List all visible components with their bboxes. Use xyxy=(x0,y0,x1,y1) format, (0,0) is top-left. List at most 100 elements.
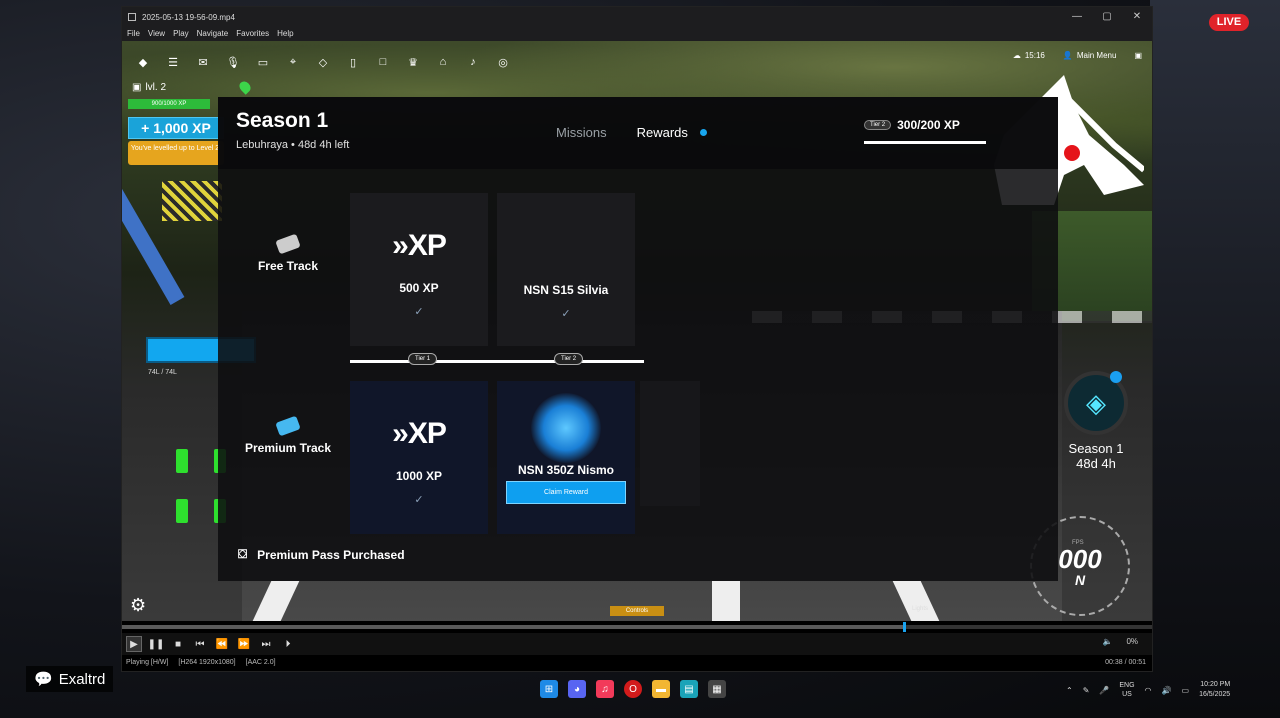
reward-name: NSN 350Z Nismo xyxy=(517,463,615,477)
frame-step-icon[interactable]: ⏵ xyxy=(280,636,296,652)
prev-icon[interactable]: ⏮ xyxy=(192,636,208,652)
system-clock[interactable]: 10:20 PM 16/5/2025 xyxy=(1199,680,1230,700)
yellow-rail xyxy=(162,181,222,221)
tier-xp: 300/200 XP xyxy=(897,118,960,132)
volume-tray-icon[interactable]: 🔊 xyxy=(1162,686,1172,695)
reward-card[interactable]: NSN 350Z Nismo Claim Reward xyxy=(497,381,635,534)
tab-missions[interactable]: Missions xyxy=(556,125,607,140)
status-video: [H264 1920x1080] xyxy=(178,659,236,666)
target-icon[interactable]: ◎ xyxy=(492,51,514,73)
menu-navigate[interactable]: Navigate xyxy=(197,27,229,41)
season-panel: Season 1 Lebuhraya • 48d 4h left Mission… xyxy=(218,97,1058,581)
game-viewport: ◆ ☰ ✉ 🎙 ▭ ⌖ ◇ ▯ □ ♛ ⌂ ♪ ◎ ☁ 15:16 👤 Main… xyxy=(122,41,1152,621)
season-title: Season 1 xyxy=(236,109,329,132)
free-track-text: Free Track xyxy=(257,259,319,273)
taskbar: ⊞ ◕ ♫ O ▬ ▤ ▦ ⌃ ✎ 🎤 ENG US ◠ 🔊 ▭ 10:20 P… xyxy=(0,674,1280,708)
lang-code: ENG xyxy=(1119,682,1135,689)
home-icon[interactable]: ⌂ xyxy=(432,51,454,73)
title-bar: 2025-05-13 19-56-09.mp4 — ▢ ✕ xyxy=(122,7,1152,27)
clock-text: 15:16 xyxy=(1024,51,1045,60)
menu-favorites[interactable]: Favorites xyxy=(236,27,269,41)
message-icon[interactable]: ▣ xyxy=(1134,51,1142,60)
tab-rewards[interactable]: Rewards xyxy=(637,125,688,140)
menu-icon[interactable]: ☰ xyxy=(162,51,184,73)
close-icon[interactable]: ✕ xyxy=(1122,7,1152,27)
language-indicator[interactable]: ENG US xyxy=(1119,681,1134,699)
window-title: 2025-05-13 19-56-09.mp4 xyxy=(142,12,235,22)
level-text: lvl. 2 xyxy=(145,81,167,93)
reward-name: 1000 XP xyxy=(395,469,443,483)
forward-icon[interactable]: ⏩ xyxy=(236,636,252,652)
menu-file[interactable]: File xyxy=(127,27,140,41)
main-menu-button[interactable]: 👤 Main Menu xyxy=(1063,51,1117,60)
lane-marking xyxy=(712,581,740,621)
lights-tag[interactable]: Lights xyxy=(912,606,928,612)
pause-icon[interactable]: ❚❚ xyxy=(148,636,165,652)
controls-tag[interactable]: Controls xyxy=(610,606,664,616)
control-button[interactable] xyxy=(176,449,188,473)
maximize-icon[interactable]: ▢ xyxy=(1092,7,1122,27)
folder-icon[interactable]: ▬ xyxy=(652,680,670,698)
reward-card[interactable]: »XP 500 XP ✓ xyxy=(350,193,488,346)
chevron-up-icon[interactable]: ⌃ xyxy=(1066,686,1073,695)
music-app-icon[interactable]: ♫ xyxy=(596,680,614,698)
premium-track-text: Premium Track xyxy=(244,441,332,455)
empty-slot xyxy=(640,381,700,506)
level-indicator: ▣ lvl. 2 xyxy=(132,79,253,95)
menu-view[interactable]: View xyxy=(148,27,165,41)
diamond-icon: ◈ xyxy=(1064,371,1128,435)
notes-app-icon[interactable]: ▤ xyxy=(680,680,698,698)
pen-icon[interactable]: ✎ xyxy=(1083,686,1090,695)
mic-icon[interactable]: 🎙 xyxy=(222,51,244,73)
menu-help[interactable]: Help xyxy=(277,27,293,41)
speaker-icon[interactable]: 🔈 xyxy=(1102,637,1112,646)
claim-reward-button[interactable]: Claim Reward xyxy=(506,481,626,504)
rewind-icon[interactable]: ⏪ xyxy=(214,636,230,652)
volume-control[interactable]: 🔈 0% xyxy=(1102,637,1138,646)
battery-icon[interactable]: ▭ xyxy=(252,51,274,73)
season-badge[interactable]: ◈ Season 1 48d 4h xyxy=(1058,371,1134,471)
eraser-icon[interactable]: ◇ xyxy=(312,51,334,73)
battery-tray-icon[interactable]: ▭ xyxy=(1182,686,1190,695)
windows-start-icon[interactable]: ⊞ xyxy=(540,680,558,698)
seek-knob[interactable] xyxy=(902,622,906,632)
ticket-icon xyxy=(275,233,301,255)
tier-progress-bar xyxy=(864,141,986,144)
system-tray: ⌃ ✎ 🎤 ENG US ◠ 🔊 ▭ 10:20 PM 16/5/2025 xyxy=(1066,680,1230,700)
weather-clock: ☁ 15:16 xyxy=(1012,51,1045,60)
notification-dot xyxy=(699,129,707,136)
roblox-logo-icon[interactable]: ◆ xyxy=(132,51,154,73)
xp-logo: »XP xyxy=(392,229,447,262)
discord-icon[interactable]: ◕ xyxy=(568,680,586,698)
reward-card[interactable]: »XP 1000 XP ✓ xyxy=(350,381,488,534)
free-track-label: Free Track xyxy=(218,233,358,273)
next-icon[interactable]: ⏭ xyxy=(258,636,274,652)
lang-region: US xyxy=(1122,691,1132,698)
reward-card[interactable]: NSN S15 Silvia ✓ xyxy=(497,193,635,346)
play-icon[interactable]: ▶ xyxy=(126,636,142,652)
chat-icon[interactable]: ✉ xyxy=(192,51,214,73)
status-playing: Playing [H/W] xyxy=(126,659,169,666)
square-icon[interactable]: □ xyxy=(372,51,394,73)
mic-tray-icon[interactable]: 🎤 xyxy=(1099,686,1109,695)
car-icon: ▣ xyxy=(132,81,142,93)
menu-play[interactable]: Play xyxy=(173,27,189,41)
hud-toolbar: ◆ ☰ ✉ 🎙 ▭ ⌖ ◇ ▯ □ ♛ ⌂ ♪ ◎ xyxy=(132,51,514,73)
phone-icon[interactable]: ▯ xyxy=(342,51,364,73)
opera-icon[interactable]: O xyxy=(624,680,642,698)
seek-bar[interactable] xyxy=(122,622,1152,632)
settings-gear-icon[interactable]: ⚙ xyxy=(130,595,146,616)
reward-name: NSN S15 Silvia xyxy=(523,283,609,297)
roblox-app-icon[interactable]: ▦ xyxy=(708,680,726,698)
check-icon: ✓ xyxy=(414,306,424,318)
control-button[interactable] xyxy=(176,499,188,523)
stop-icon[interactable]: ■ xyxy=(170,636,186,652)
music-icon[interactable]: ♪ xyxy=(462,51,484,73)
window-controls: — ▢ ✕ xyxy=(1062,7,1152,27)
wifi-icon[interactable]: ◠ xyxy=(1145,686,1152,695)
camera-icon[interactable]: ⌖ xyxy=(282,51,304,73)
minimize-icon[interactable]: — xyxy=(1062,7,1092,27)
player-controls: ▶ ❚❚ ■ ⏮ ⏪ ⏩ ⏭ ⏵ xyxy=(122,633,1152,655)
trophy-icon[interactable]: ♛ xyxy=(402,51,424,73)
status-audio: [AAC 2.0] xyxy=(245,659,276,666)
